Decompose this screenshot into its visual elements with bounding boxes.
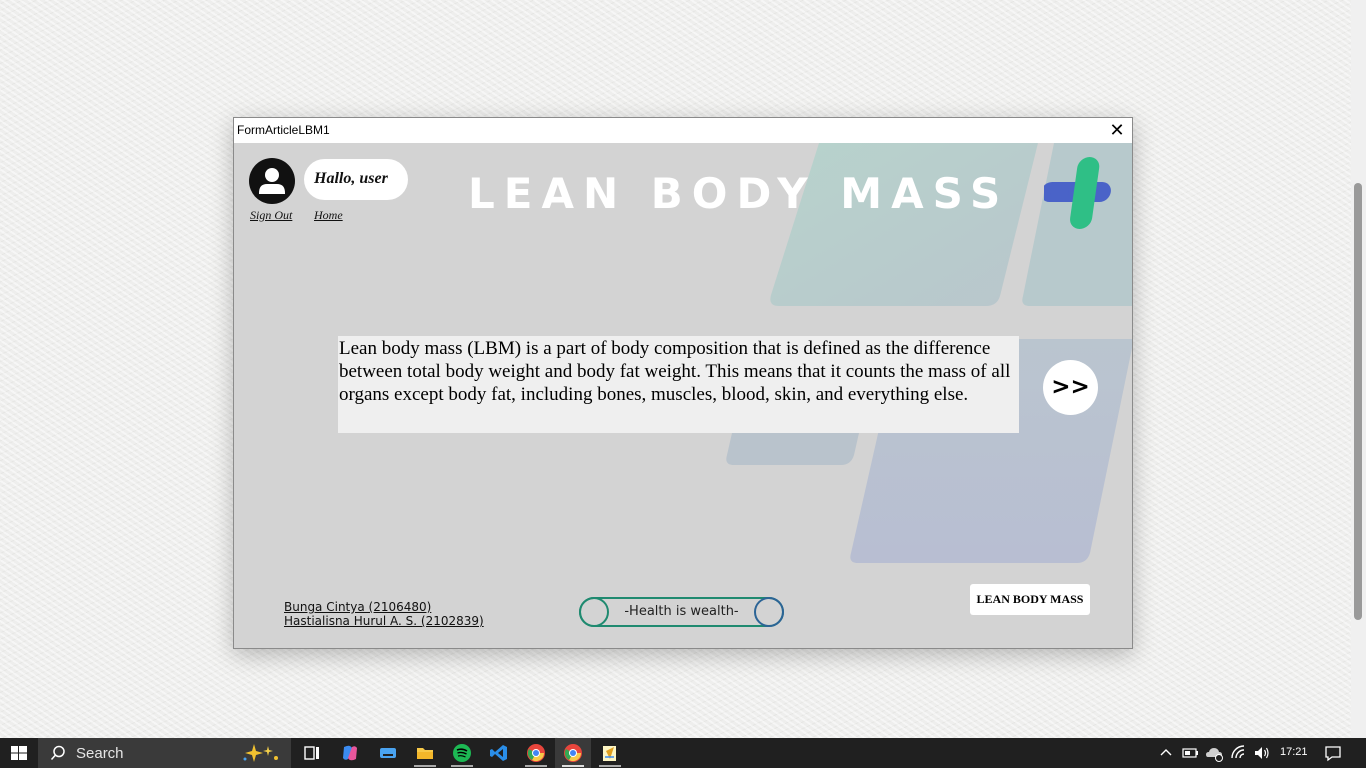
motto-badge: -Health is wealth-	[579, 597, 784, 627]
window-title: FormArticleLBM1	[237, 123, 330, 137]
spotify-icon[interactable]	[452, 743, 472, 763]
chrome-active-indicator	[562, 765, 584, 767]
chrome-indicator	[525, 765, 547, 767]
clock[interactable]: 17:21	[1280, 746, 1308, 758]
notifications-icon[interactable]	[1323, 743, 1343, 763]
scrollbar-thumb[interactable]	[1354, 183, 1362, 620]
copilot-icon[interactable]	[340, 743, 360, 763]
search-icon	[50, 745, 65, 760]
keyboard-icon[interactable]	[378, 743, 398, 763]
spotify-indicator	[451, 765, 473, 767]
sign-out-link[interactable]: Sign Out	[250, 208, 292, 223]
battery-icon[interactable]	[1180, 743, 1200, 763]
notepad-indicator	[599, 765, 621, 767]
onedrive-icon[interactable]	[1204, 743, 1224, 763]
volume-icon[interactable]	[1252, 743, 1272, 763]
user-icon	[259, 168, 285, 194]
taskbar: Search 17:21	[0, 738, 1366, 768]
window-titlebar[interactable]: FormArticleLBM1 ✕	[234, 118, 1132, 143]
close-button[interactable]: ✕	[1102, 118, 1132, 143]
chrome-icon[interactable]	[526, 743, 546, 763]
wifi-icon[interactable]	[1229, 743, 1249, 763]
author-link-1[interactable]: Bunga Cintya (2106480)	[284, 600, 431, 614]
author-link-2[interactable]: Hastialisna Hurul A. S. (2102839)	[284, 614, 484, 628]
chrome-active-tile[interactable]	[555, 738, 591, 768]
lean-body-mass-button[interactable]: LEAN BODY MASS	[970, 584, 1090, 615]
deco-shape-3	[726, 433, 859, 465]
article-body: Lean body mass (LBM) is a part of body c…	[339, 338, 1011, 405]
file-explorer-indicator	[414, 765, 436, 767]
app-window: FormArticleLBM1 ✕ Hallo, user Sign Out H…	[233, 117, 1133, 649]
home-link[interactable]: Home	[314, 208, 343, 223]
window-client-area: Hallo, user Sign Out Home LEAN BODY MASS…	[234, 143, 1132, 648]
greeting-badge: Hallo, user	[304, 159, 408, 200]
health-cross-logo-icon	[1044, 157, 1111, 229]
user-avatar[interactable]	[249, 158, 295, 204]
deco-shape-1	[770, 143, 1038, 306]
notepad-icon[interactable]	[600, 743, 620, 763]
motto-text: -Health is wealth-	[624, 604, 739, 619]
search-placeholder: Search	[76, 745, 124, 762]
chrome-active-icon	[564, 744, 582, 762]
windows-start-icon[interactable]	[0, 738, 38, 768]
article-panel: Lean body mass (LBM) is a part of body c…	[338, 336, 1019, 433]
greeting-text: Hallo, user	[314, 170, 388, 187]
page-title: LEAN BODY MASS	[468, 169, 1010, 218]
taskbar-search[interactable]: Search	[38, 738, 291, 768]
chevron-up-icon[interactable]	[1156, 743, 1176, 763]
sparkle-icon	[243, 744, 278, 762]
file-explorer-icon[interactable]	[415, 743, 435, 763]
vscode-icon[interactable]	[489, 743, 509, 763]
next-page-button[interactable]: >>	[1043, 360, 1098, 415]
task-view-icon[interactable]	[302, 743, 322, 763]
page-scrollbar[interactable]	[1351, 0, 1366, 738]
